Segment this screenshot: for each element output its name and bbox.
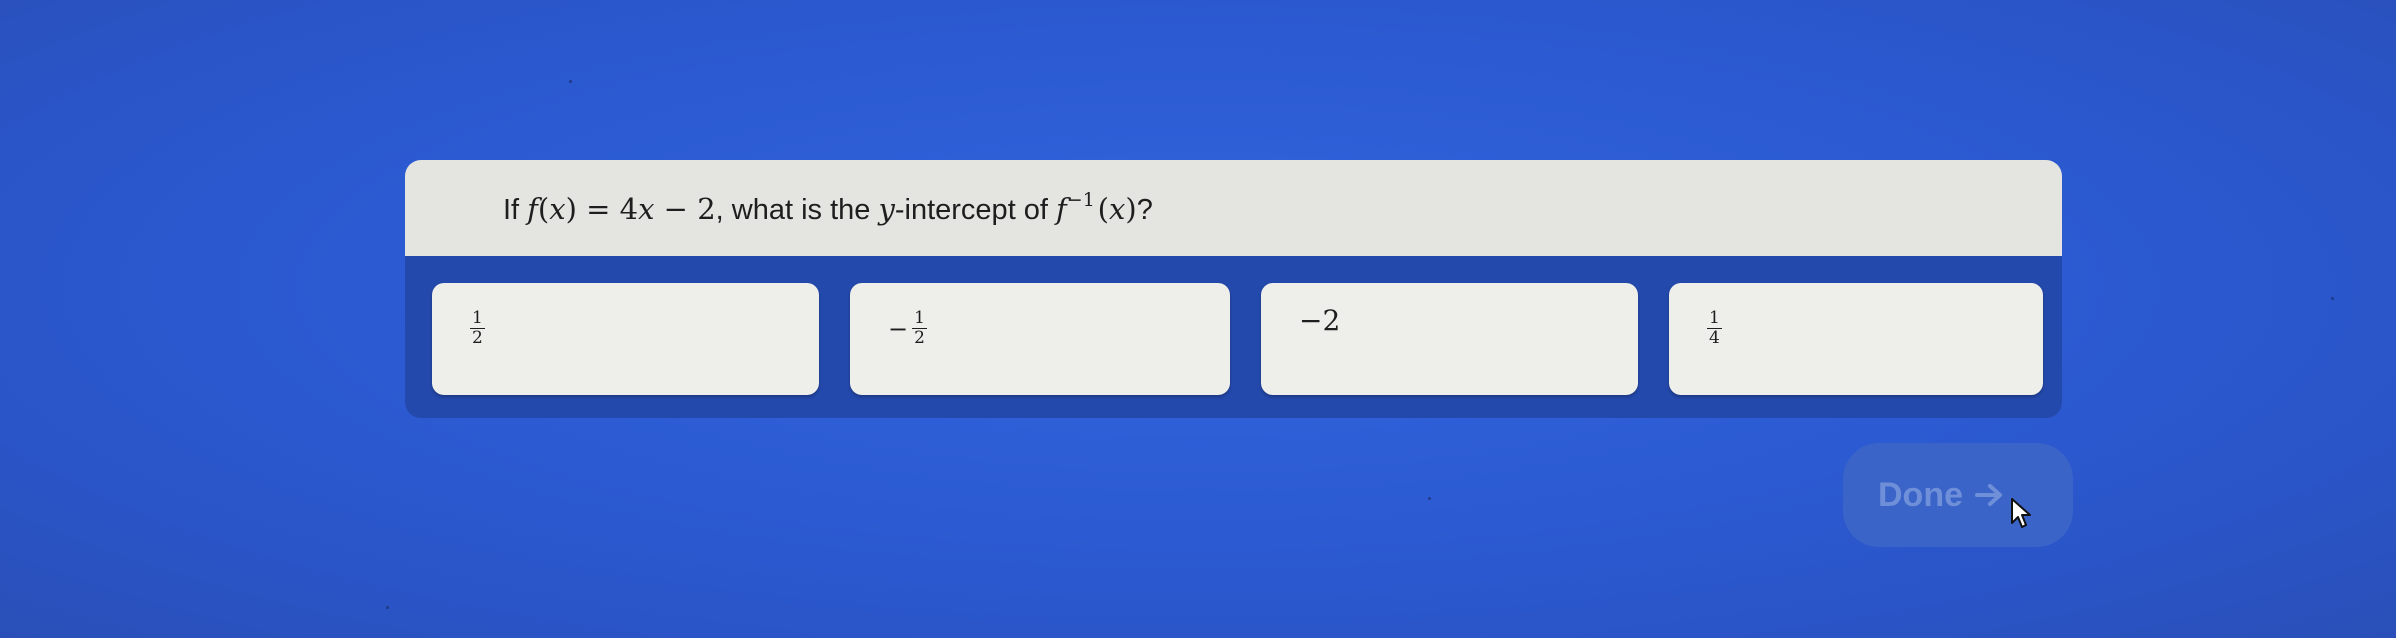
arrow-right-icon <box>1975 482 2005 508</box>
question-intercept-text: -intercept of <box>894 194 1057 226</box>
fraction-numerator: 1 <box>1707 308 1722 329</box>
fraction: 1 2 <box>912 309 927 348</box>
fraction-denominator: 2 <box>914 328 925 348</box>
answer-option-4[interactable]: 1 4 <box>1669 283 2043 395</box>
fraction: 1 2 <box>470 309 485 348</box>
answer-option-1[interactable]: 1 2 <box>432 283 819 395</box>
inverse-function-expression: f−1 (x) <box>1056 189 1137 226</box>
question-middle: , what is the <box>715 194 879 226</box>
fraction: 1 4 <box>1707 309 1722 348</box>
question-suffix: ? <box>1136 194 1153 226</box>
answer-options: 1 2 − 1 2 −2 1 4 <box>432 283 2043 395</box>
negative-sign: − <box>888 314 909 343</box>
y-variable: y <box>878 192 895 226</box>
inverse-superscript: −1 <box>1066 189 1095 211</box>
quiz-card: If f(x) = 4x − 2, what is the y-intercep… <box>405 160 2062 418</box>
question-text: If f(x) = 4x − 2, what is the y-intercep… <box>503 189 1153 227</box>
answer-option-2[interactable]: − 1 2 <box>850 283 1230 395</box>
done-button[interactable]: Done <box>1843 443 2073 547</box>
fraction-denominator: 4 <box>1709 328 1720 348</box>
fraction-denominator: 2 <box>472 328 483 348</box>
fraction-numerator: 1 <box>470 308 485 329</box>
screen-dust <box>386 606 389 609</box>
option-1-value: 1 2 <box>470 309 485 348</box>
screen-dust <box>569 80 572 83</box>
question-bar: If f(x) = 4x − 2, what is the y-intercep… <box>405 160 2062 256</box>
done-label: Done <box>1878 475 1963 514</box>
option-3-value: −2 <box>1299 304 1340 341</box>
option-3-number: −2 <box>1299 304 1341 337</box>
option-2-value: − 1 2 <box>888 309 927 348</box>
option-4-value: 1 4 <box>1707 309 1722 348</box>
fraction-numerator: 1 <box>912 308 927 329</box>
function-expression: f(x) = 4x − 2 <box>527 192 716 226</box>
question-prefix: If <box>503 194 528 226</box>
screen-dust <box>1428 497 1431 500</box>
answer-option-3[interactable]: −2 <box>1261 283 1638 395</box>
screen-dust <box>2331 297 2334 300</box>
